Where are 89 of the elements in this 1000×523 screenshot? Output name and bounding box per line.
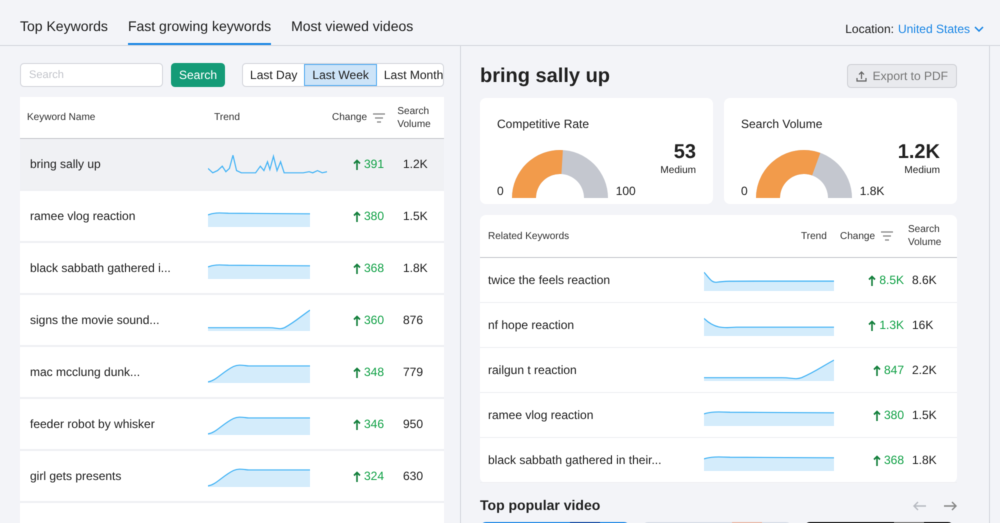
card-title: Competitive Rate xyxy=(497,116,590,133)
location-label: Location: xyxy=(845,21,894,38)
keyword-name: ramee vlog reaction xyxy=(488,407,594,424)
arrow-up-icon xyxy=(868,274,876,286)
column-header: Related Keywords xyxy=(488,230,570,244)
keyword-name: twice the feels reaction xyxy=(488,272,612,289)
keyword-name: black sabbath gathered in their... xyxy=(488,452,662,469)
keyword-name: nf hope reaction xyxy=(488,317,576,334)
volume-value: 779 xyxy=(403,364,424,381)
keyword-name: girl gets presents xyxy=(30,468,122,485)
related-row[interactable]: nf hope reaction 1.3K 16K xyxy=(480,303,957,348)
volume-value: 1.2K xyxy=(403,156,428,173)
change-value: 380 xyxy=(364,208,384,225)
change-value: 368 xyxy=(364,260,384,277)
upload-icon xyxy=(856,70,867,82)
change-value: 847 xyxy=(884,362,904,379)
arrow-up-icon xyxy=(353,158,361,170)
arrow-right-icon[interactable] xyxy=(943,500,957,510)
related-row[interactable]: black sabbath gathered in their... 368 1.8K xyxy=(480,438,957,483)
change-value: 346 xyxy=(364,416,384,433)
volume-value: 1.8K xyxy=(403,260,428,277)
related-row[interactable]: railgun t reaction 847 2.2K xyxy=(480,348,957,393)
section-title: Top popular video xyxy=(480,496,600,515)
column-header: Search Volume xyxy=(908,223,942,249)
arrow-up-icon xyxy=(353,470,361,482)
volume-value: 1.8K xyxy=(912,452,937,469)
keyword-name: signs the movie sound... xyxy=(30,312,160,329)
arrow-up-icon xyxy=(353,210,361,222)
keyword-title: bring sally up xyxy=(480,64,610,89)
keyword-row[interactable]: bring sally up 391 1.2K xyxy=(20,139,444,191)
change-value: 8.5K xyxy=(879,272,904,289)
volume-value: 2.2K xyxy=(912,362,937,379)
gauge-value: 1.2K xyxy=(898,141,940,163)
volume-value: 1.5K xyxy=(912,407,937,424)
keyword-name: railgun t reaction xyxy=(488,362,578,379)
period-toggle[interactable]: Last Week xyxy=(304,64,377,86)
keyword-name: mac mcclung dunk... xyxy=(30,364,142,381)
change-value: 360 xyxy=(364,312,384,329)
volume-value: 876 xyxy=(403,312,424,329)
arrow-up-icon xyxy=(872,364,881,376)
column-header: Trend xyxy=(214,111,241,125)
arrow-up-icon xyxy=(872,454,881,466)
gauge-rating: Medium xyxy=(660,164,696,178)
arrow-up-icon xyxy=(868,320,876,330)
column-header: Trend xyxy=(801,230,828,244)
change-value: 368 xyxy=(884,452,904,469)
arrow-up-icon xyxy=(872,410,881,420)
card-title: Search Volume xyxy=(741,116,824,133)
sort-icon[interactable] xyxy=(373,112,386,122)
arrow-up-icon xyxy=(353,418,361,430)
related-row[interactable]: ramee vlog reaction 380 1.5K xyxy=(480,393,957,438)
volume-value: 950 xyxy=(403,416,424,433)
tab[interactable]: Fast growing keywords xyxy=(128,16,272,45)
gauge-min: 0 xyxy=(497,183,504,200)
volume-value: 630 xyxy=(403,468,424,485)
volume-value: 8.6K xyxy=(912,272,937,289)
search-button[interactable]: Search xyxy=(171,63,226,87)
chevron-down-icon xyxy=(974,26,984,32)
column-header: Keyword Name xyxy=(27,111,96,125)
gauge-max: 100 xyxy=(616,183,636,200)
change-value: 348 xyxy=(364,364,384,381)
search-field[interactable]: Search xyxy=(20,63,163,87)
gauge-rating: Medium xyxy=(904,164,940,178)
period-toggle[interactable]: Last Day xyxy=(243,64,304,86)
gauge-max: 1.8K xyxy=(860,183,884,200)
gauge-min: 0 xyxy=(741,183,748,200)
period-toggle[interactable]: Last Month xyxy=(376,64,443,86)
sort-icon[interactable] xyxy=(881,231,894,241)
change-value: 391 xyxy=(364,156,384,173)
change-value: 1.3K xyxy=(879,317,904,334)
column-header: Change xyxy=(332,111,368,125)
change-value: 380 xyxy=(884,407,904,424)
keyword-name: ramee vlog reaction xyxy=(30,208,136,225)
export-button[interactable]: Export to PDF xyxy=(846,64,957,88)
column-header: Search Volume xyxy=(397,104,432,130)
column-header: Change xyxy=(840,230,876,244)
change-value: 324 xyxy=(364,468,384,485)
keyword-name: bring sally up xyxy=(30,156,102,173)
arrow-up-icon xyxy=(353,314,361,326)
volume-value: 16K xyxy=(912,317,934,334)
arrow-up-icon xyxy=(353,262,361,274)
gauge-value: 53 xyxy=(674,141,696,163)
related-row[interactable]: twice the feels reaction 8.5K 8.6K xyxy=(480,258,957,303)
volume-value: 1.5K xyxy=(403,208,428,225)
tab[interactable]: Top Keywords xyxy=(20,16,108,45)
tab[interactable]: Most viewed videos xyxy=(291,16,414,45)
arrow-up-icon xyxy=(353,366,361,378)
keyword-name: black sabbath gathered i... xyxy=(30,260,172,277)
keyword-name: feeder robot by whisker xyxy=(30,416,156,433)
